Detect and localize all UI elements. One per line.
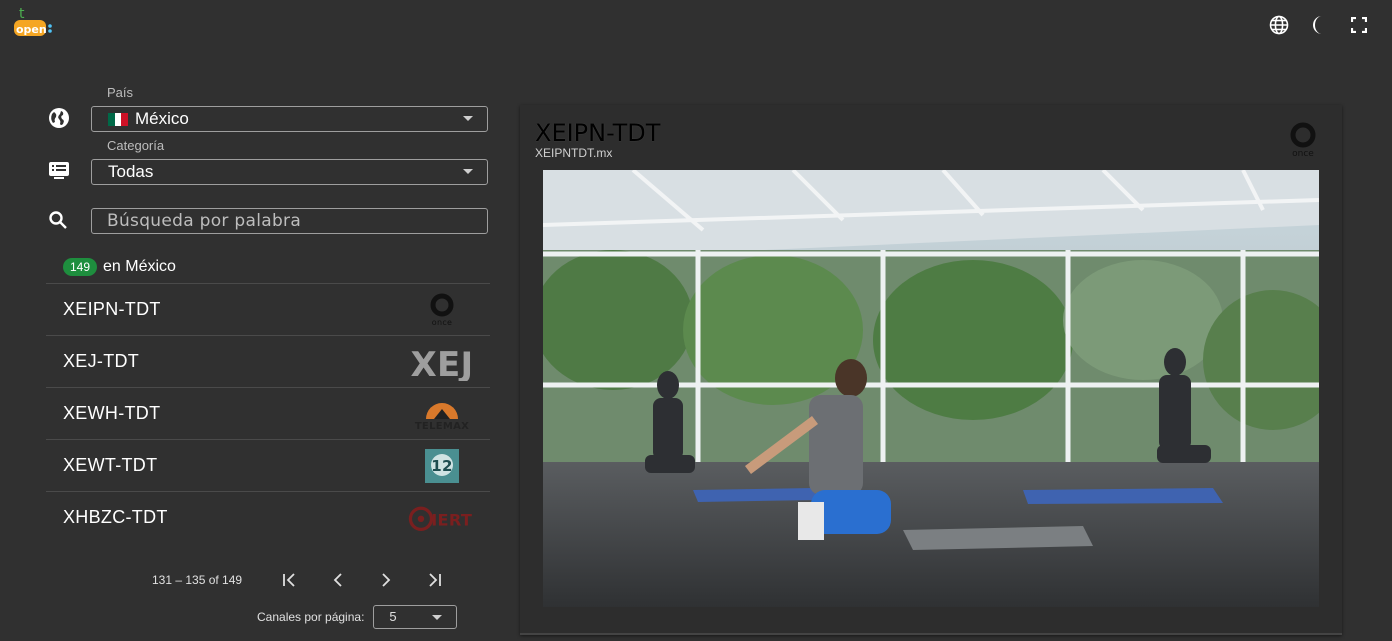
channel-name: XEWT-TDT: [63, 455, 158, 475]
mexico-flag-icon: [108, 112, 129, 126]
player-title: XEIPN-TDT: [535, 119, 661, 147]
results-suffix: en México: [103, 258, 176, 275]
category-label: Categoría: [107, 138, 165, 153]
category-value: Todas: [108, 162, 154, 181]
header-actions: [1268, 14, 1370, 36]
country-label: País: [107, 85, 134, 100]
search-field[interactable]: [91, 208, 488, 234]
fullscreen-icon[interactable]: [1348, 14, 1370, 36]
results-count-badge: 149: [63, 258, 98, 276]
first-page-button[interactable]: [278, 568, 302, 592]
channel-logo: once: [408, 290, 476, 330]
channel-name: XHBZC-TDT: [63, 507, 168, 527]
channel-item[interactable]: XEWH-TDT TELEMAX: [46, 387, 490, 439]
search-icon: [48, 210, 70, 232]
channel-name: XEIPN-TDT: [63, 299, 161, 319]
per-page-label: Canales por página:: [257, 610, 365, 624]
channel-logo: TELEMAX: [408, 394, 476, 434]
previous-page-button[interactable]: [326, 568, 350, 592]
dark-mode-icon[interactable]: [1308, 14, 1330, 36]
category-select[interactable]: Todas: [91, 159, 488, 185]
svg-text:XEJ: XEJ: [411, 345, 474, 381]
svg-text:once: once: [1292, 149, 1314, 159]
channel-name: XEJ-TDT: [63, 351, 140, 371]
svg-text:12: 12: [431, 457, 452, 475]
language-icon[interactable]: [1268, 14, 1290, 36]
per-page-value: 5: [389, 609, 397, 624]
channel-logo: XEJ: [408, 342, 476, 382]
paginator: 131 – 135 of 149: [152, 568, 446, 592]
svg-text:TELEMAX: TELEMAX: [415, 421, 469, 432]
channel-logo: IERT: [408, 498, 476, 538]
chevron-down-icon: [463, 116, 473, 121]
channel-item[interactable]: XEJ-TDT XEJ: [46, 335, 490, 387]
player-divider: [520, 633, 1342, 635]
globe-icon: [48, 107, 70, 129]
list-icon: [48, 160, 70, 182]
page-range: 131 – 135 of 149: [152, 573, 243, 587]
per-page-select[interactable]: 5: [373, 605, 458, 629]
chevron-down-icon: [463, 169, 473, 174]
country-value: México: [135, 109, 189, 128]
logo-text: open: [16, 23, 47, 36]
items-per-page: Canales por página: 5: [257, 605, 458, 629]
player-subtitle: XEIPNTDT.mx: [535, 146, 613, 160]
player-channel-logo: once: [1276, 121, 1330, 163]
country-select[interactable]: México: [91, 106, 488, 132]
video-frame: [543, 170, 1319, 607]
results-summary: 149 en México: [63, 258, 176, 276]
player-card: XEIPN-TDT XEIPNTDT.mx once: [520, 105, 1342, 635]
logo-top-letter: t: [19, 6, 25, 22]
channel-item[interactable]: XEIPN-TDT once: [46, 283, 490, 335]
channel-name: XEWH-TDT: [63, 403, 161, 423]
next-page-button[interactable]: [374, 568, 398, 592]
channel-item[interactable]: XHBZC-TDT IERT: [46, 491, 490, 543]
search-input[interactable]: [92, 209, 487, 233]
svg-text:IERT: IERT: [431, 510, 472, 529]
channel-logo: 12: [408, 446, 476, 486]
channel-item[interactable]: XEWT-TDT 12: [46, 439, 490, 491]
channel-list: XEIPN-TDT once XEJ-TDT XEJ XEWH-TDT TELE…: [46, 283, 490, 543]
app-logo[interactable]: t open: [12, 6, 56, 42]
chevron-down-icon: [432, 615, 443, 620]
svg-text:once: once: [432, 318, 453, 327]
video-player[interactable]: [543, 170, 1319, 607]
last-page-button[interactable]: [422, 568, 446, 592]
